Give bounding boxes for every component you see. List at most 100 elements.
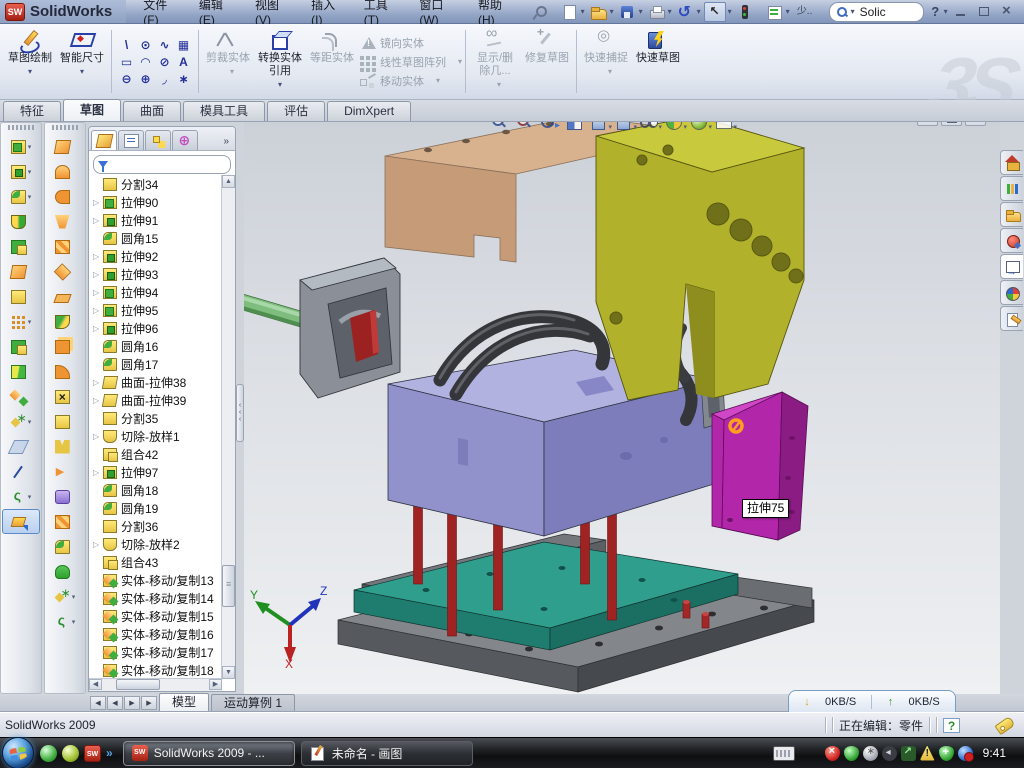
surface-tool-button[interactable]: ▾ <box>46 459 84 484</box>
quick-launch-icon[interactable] <box>40 745 57 762</box>
quick-tool-icon[interactable] <box>704 2 726 22</box>
dropdown-caret-icon[interactable]: ▾ <box>666 7 674 16</box>
3d-viewport-canvas[interactable] <box>244 122 1000 694</box>
panel-splitter[interactable]: ‹‹‹ <box>236 122 244 694</box>
task-pane-button[interactable] <box>1000 176 1023 201</box>
task-pane-button[interactable] <box>1000 254 1023 279</box>
tray-icon[interactable] <box>882 746 897 761</box>
toolbar-drag-handle[interactable] <box>8 125 34 130</box>
quick-launch-icon[interactable]: » <box>106 745 113 762</box>
dropdown-caret-icon[interactable]: ▾ <box>608 123 612 131</box>
rapid-sketch-button[interactable]: 快速草图 <box>632 26 684 97</box>
feature-tree-item[interactable]: ▷ 圆角18 <box>93 481 222 499</box>
commandmanager-tab[interactable]: 曲面 <box>123 101 181 121</box>
tray-icon[interactable] <box>863 746 878 761</box>
commandmanager-tab[interactable]: 模具工具 <box>183 101 265 121</box>
feature-tree-item[interactable]: ▷ 分割36 <box>93 517 222 535</box>
quick-tool-icon[interactable] <box>675 3 695 21</box>
search-box[interactable]: ▾ <box>829 2 925 22</box>
commandmanager-tab[interactable]: 特征 <box>3 101 61 121</box>
feature-tree-item[interactable]: ▷ 切除-放样2 <box>93 535 222 553</box>
feature-tool-button[interactable]: ▾ <box>2 359 40 384</box>
feature-tool-button[interactable]: ▾ <box>2 384 40 409</box>
expand-arrow-icon[interactable]: ▷ <box>93 540 102 549</box>
feature-tree-item[interactable]: ▷ 实体-移动/复制17 <box>93 643 222 661</box>
feature-tool-button[interactable]: ▾ <box>2 509 40 534</box>
dropdown-caret-icon[interactable]: ▾ <box>637 7 645 16</box>
expand-arrow-icon[interactable]: ▷ <box>93 432 102 441</box>
sketch-entity-button[interactable]: ⊖ <box>117 70 136 87</box>
quick-tool-icon[interactable] <box>735 3 755 21</box>
surface-tool-button[interactable]: ▾ <box>46 509 84 534</box>
feature-tree-item[interactable]: ▷ 分割35 <box>93 409 222 427</box>
feature-tree-item[interactable]: ▷ 分割34 <box>93 175 222 193</box>
dropdown-caret-icon[interactable]: ▾ <box>72 593 76 601</box>
scroll-right-button[interactable]: ▶ <box>209 679 222 690</box>
dropdown-caret-icon[interactable]: ▾ <box>784 7 792 16</box>
feature-tree-item[interactable]: ▷ 拉伸96 <box>93 319 222 337</box>
scrollbar-thumb[interactable] <box>116 679 160 690</box>
tray-icon[interactable] <box>901 746 916 761</box>
dropdown-caret-icon[interactable]: ▾ <box>28 168 32 176</box>
menu-item[interactable]: 视图(V) <box>242 0 298 27</box>
feature-tree-item[interactable]: ▷ 曲面-拉伸38 <box>93 373 222 391</box>
sketch-button[interactable]: 草图绘制 ▾ <box>4 26 56 97</box>
menu-item[interactable]: 工具(T) <box>351 0 407 27</box>
surface-tool-button[interactable]: ▾ <box>46 609 84 634</box>
commandmanager-tab[interactable]: 评估 <box>267 101 325 121</box>
surface-tool-button[interactable]: ▾ <box>46 534 84 559</box>
expand-arrow-icon[interactable]: ▷ <box>93 288 102 297</box>
surface-tool-button[interactable]: ▾ <box>46 334 84 359</box>
dropdown-caret-icon[interactable]: ▾ <box>28 193 32 201</box>
surface-tool-button[interactable]: ▾ <box>46 484 84 509</box>
dropdown-caret-icon[interactable]: ▾ <box>26 65 34 78</box>
tab-configurationmanager[interactable] <box>145 130 171 150</box>
sketch-entity-button[interactable]: A <box>174 53 193 70</box>
task-pane-button[interactable] <box>1000 228 1023 253</box>
display-delete-relations-button[interactable]: 显示/删除几... ▾ <box>469 26 521 97</box>
feature-tree-item[interactable]: ▷ 圆角15 <box>93 229 222 247</box>
feature-tree-item[interactable]: ▷ 组合43 <box>93 553 222 571</box>
quick-launch-icon[interactable]: SW <box>84 745 101 762</box>
tab-propertymanager[interactable] <box>118 130 144 150</box>
search-input[interactable] <box>858 4 918 20</box>
repair-sketch-button[interactable]: 修复草图 <box>521 26 573 97</box>
help-caret-icon[interactable]: ▾ <box>942 7 949 16</box>
model-tab[interactable]: 模型 <box>159 693 209 711</box>
view-tool-icon[interactable]: ▾ <box>638 122 660 131</box>
surface-tool-button[interactable]: ▾ <box>46 259 84 284</box>
scrollbar-thumb[interactable] <box>222 565 235 607</box>
feature-tree-item[interactable]: ▷ 拉伸90 <box>93 193 222 211</box>
minimize-button[interactable] <box>953 4 970 19</box>
feature-tool-button[interactable]: ▾ <box>2 159 40 184</box>
scroll-up-button[interactable]: ▲ <box>222 175 235 188</box>
mirror-entities-button[interactable]: 镜向实体 <box>358 35 462 51</box>
commandmanager-tab[interactable]: DimXpert <box>327 101 411 121</box>
feature-tool-button[interactable]: ▾ <box>2 334 40 359</box>
feature-tool-button[interactable]: ▾ <box>2 484 40 509</box>
graphics-viewport[interactable]: ▾ ▾ ▾ ▾ ▾ <box>244 122 1000 694</box>
view-tool-icon[interactable]: ▾ <box>513 122 535 131</box>
model-tab[interactable]: 运动算例 1 <box>211 694 295 711</box>
feature-tree-item[interactable]: ▷ 曲面-拉伸39 <box>93 391 222 409</box>
sketch-entity-button[interactable]: ⊙ <box>136 36 155 53</box>
doc-restore-button[interactable] <box>941 122 962 126</box>
trim-entities-button[interactable]: 剪裁实体 ▾ <box>202 26 254 97</box>
move-entities-button[interactable]: 移动实体 ▾ <box>358 73 462 89</box>
feature-tool-button[interactable]: ▾ <box>2 309 40 334</box>
feature-tool-button[interactable]: ▾ <box>2 259 40 284</box>
view-tool-icon[interactable]: ▾ <box>613 122 635 131</box>
task-pane-button[interactable] <box>1000 202 1023 227</box>
menu-item[interactable]: 插入(I) <box>298 0 351 27</box>
commandmanager-tab[interactable]: 草图 <box>63 99 121 121</box>
sketch-entity-button[interactable]: ▭ <box>117 53 136 70</box>
surface-tool-button[interactable]: ▾ <box>46 409 84 434</box>
tab-nav-button[interactable]: ▶ <box>141 696 157 710</box>
start-button[interactable] <box>2 737 34 768</box>
expand-arrow-icon[interactable]: ▷ <box>93 270 102 279</box>
quick-tool-icon[interactable] <box>559 3 579 21</box>
search-scope-caret-icon[interactable]: ▾ <box>851 7 855 16</box>
dropdown-caret-icon[interactable]: ▾ <box>708 123 712 131</box>
dropdown-caret-icon[interactable]: ▾ <box>695 7 703 16</box>
expand-arrow-icon[interactable]: ▷ <box>93 396 102 405</box>
